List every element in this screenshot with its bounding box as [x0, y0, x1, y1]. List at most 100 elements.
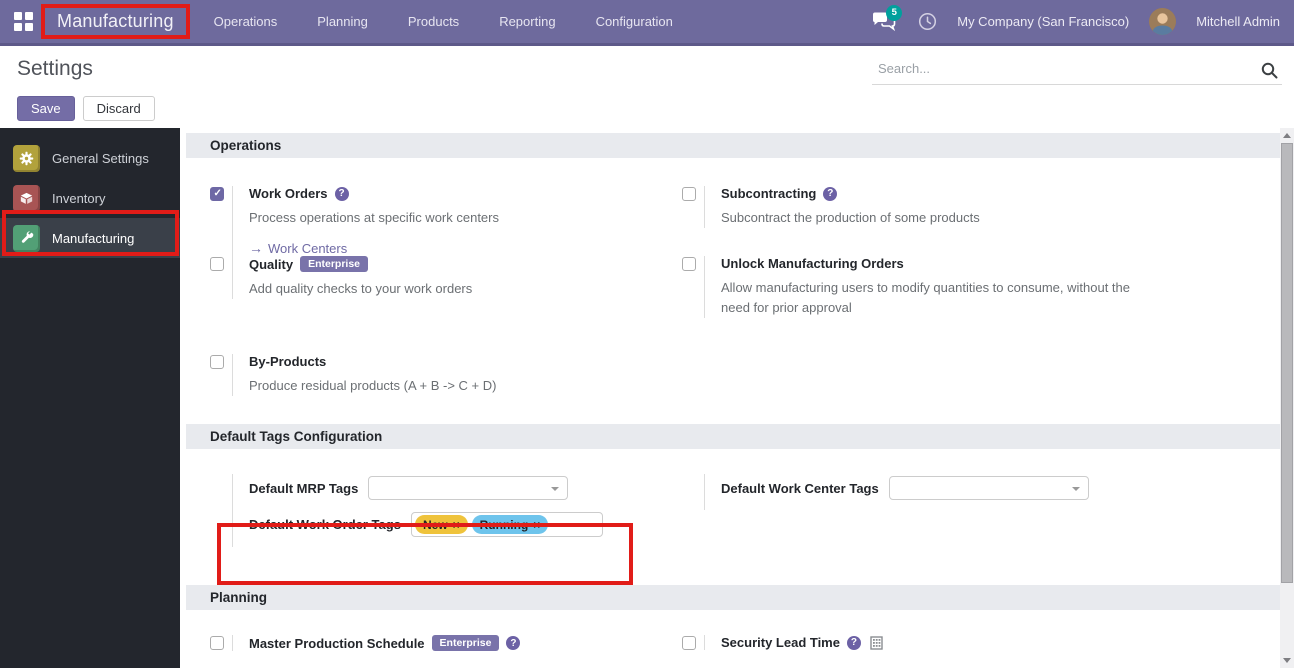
help-icon [846, 635, 861, 650]
control-panel-buttons: Save Discard [17, 96, 155, 121]
sidebar-item-label: Inventory [52, 190, 106, 206]
by-products-checkbox[interactable] [210, 355, 224, 370]
work-orders-checkbox[interactable] [210, 187, 224, 201]
gear-icon [13, 144, 40, 172]
help-icon [334, 186, 349, 201]
remove-tag-icon[interactable] [453, 518, 460, 532]
vertical-scrollbar[interactable] [1280, 128, 1294, 668]
save-button[interactable]: Save [17, 96, 75, 121]
setting-label[interactable]: Unlock Manufacturing Orders [721, 256, 904, 271]
chevron-down-icon[interactable] [1071, 487, 1080, 492]
nav-menu-reporting[interactable]: Reporting [499, 14, 555, 29]
nav-menu-configuration[interactable]: Configuration [596, 14, 673, 29]
tag-new[interactable]: New [414, 515, 468, 535]
company-switcher[interactable]: My Company (San Francisco) [957, 14, 1129, 29]
setting-quality: Quality Enterprise Add quality checks to… [210, 256, 682, 300]
top-navbar: Manufacturing Operations Planning Produc… [0, 0, 1294, 46]
sidebar-item-label: Manufacturing [52, 230, 135, 246]
settings-row: Work Orders Process operations at specif… [180, 158, 1280, 257]
discard-button[interactable]: Discard [82, 96, 155, 121]
nav-menu-operations[interactable]: Operations [214, 14, 278, 29]
search-input[interactable] [872, 55, 1282, 85]
field-label: Default MRP Tags [249, 480, 359, 496]
wrench-icon [13, 224, 40, 252]
setting-description: Add quality checks to your work orders [249, 281, 473, 297]
setting-label[interactable]: Master Production Schedule [249, 636, 425, 651]
settings-row: Master Production Schedule Enterprise Se… [180, 610, 1280, 652]
setting-description: Process operations at specific work cent… [249, 210, 499, 225]
box-icon [13, 184, 40, 212]
chevron-down-icon[interactable] [585, 523, 594, 528]
remove-tag-icon[interactable] [533, 518, 540, 532]
app-title-annotation-box: Manufacturing [41, 4, 190, 39]
default-work-order-tags-input[interactable]: New Running [410, 512, 603, 538]
sidebar-item-manufacturing[interactable]: Manufacturing [0, 218, 180, 258]
arrow-right-icon [249, 240, 263, 256]
setting-description: Subcontract the production of some produ… [721, 210, 980, 225]
setting-label[interactable]: Work Orders [249, 186, 328, 201]
setting-label[interactable]: Quality [249, 257, 293, 272]
setting-subcontracting: Subcontracting Subcontract the productio… [682, 186, 1280, 229]
settings-sidebar: General Settings Inventory Manufacturing [0, 128, 180, 668]
setting-description: Produce residual products (A + B -> C + … [249, 378, 497, 394]
settings-row: By-Products Produce residual products (A… [180, 354, 1280, 418]
search-box [872, 55, 1282, 85]
settings-row: Default MRP Tags Default Work Center Tag… [180, 449, 1280, 511]
apps-menu-icon[interactable] [14, 12, 33, 31]
setting-description: Allow manufacturing users to modify quan… [721, 280, 1130, 316]
sidebar-item-inventory[interactable]: Inventory [0, 178, 180, 218]
activities-clock-icon[interactable] [918, 12, 937, 31]
setting-unlock-manufacturing-orders: Unlock Manufacturing Orders Allow manufa… [682, 256, 1280, 319]
setting-work-orders: Work Orders Process operations at specif… [210, 186, 682, 257]
setting-default-mrp-tags: Default MRP Tags [210, 474, 682, 511]
setting-by-products: By-Products Produce residual products (A… [210, 354, 682, 397]
help-icon [823, 186, 838, 201]
default-work-center-tags-input[interactable] [888, 476, 1089, 501]
settings-row: Default Work Order Tags New Running [180, 510, 1280, 548]
nav-menu-products[interactable]: Products [408, 14, 459, 29]
setting-label[interactable]: Subcontracting [721, 186, 816, 201]
search-icon[interactable] [1261, 62, 1278, 79]
field-label: Default Work Center Tags [721, 480, 879, 496]
control-panel: Settings Save Discard [0, 46, 1294, 128]
enterprise-badge: Enterprise [300, 256, 369, 273]
help-icon [506, 636, 521, 651]
sidebar-item-general-settings[interactable]: General Settings [0, 138, 180, 178]
quality-checkbox[interactable] [210, 257, 224, 272]
company-building-icon [870, 635, 883, 650]
app-name[interactable]: Manufacturing [57, 11, 174, 31]
navbar-right: 5 My Company (San Francisco) Mitchell Ad… [872, 4, 1280, 35]
scroll-down-arrow[interactable] [1280, 653, 1294, 668]
work-centers-link[interactable]: Work Centers [249, 240, 682, 256]
enterprise-badge: Enterprise [431, 635, 500, 652]
nav-menus: Operations Planning Products Reporting C… [214, 14, 673, 29]
chevron-down-icon[interactable] [551, 487, 560, 492]
scrollbar-thumb[interactable] [1281, 143, 1293, 583]
setting-label[interactable]: By-Products [249, 354, 326, 369]
settings-row: Quality Enterprise Add quality checks to… [180, 256, 1280, 354]
default-mrp-tags-input[interactable] [368, 476, 569, 501]
mps-checkbox[interactable] [210, 636, 224, 651]
section-header-planning: Planning [186, 585, 1280, 611]
settings-content: Operations Work Orders Process operation… [180, 128, 1280, 668]
avatar-image [1149, 8, 1177, 35]
unlock-mo-checkbox[interactable] [682, 257, 696, 272]
setting-default-work-order-tags: Default Work Order Tags New Running [210, 510, 682, 548]
section-header-operations: Operations [186, 133, 1280, 158]
page-title: Settings [17, 57, 93, 80]
scroll-up-arrow[interactable] [1280, 128, 1294, 143]
field-label: Default Work Order Tags [249, 517, 401, 533]
user-avatar[interactable] [1149, 8, 1177, 35]
setting-default-work-center-tags: Default Work Center Tags [682, 474, 1280, 511]
messages-count-badge: 5 [886, 4, 903, 21]
subcontracting-checkbox[interactable] [682, 187, 696, 201]
setting-security-lead-time: Security Lead Time [682, 635, 1280, 651]
sidebar-item-label: General Settings [52, 150, 149, 166]
section-header-default-tags: Default Tags Configuration [186, 424, 1280, 450]
security-lead-time-checkbox[interactable] [682, 636, 696, 651]
user-menu[interactable]: Mitchell Admin [1196, 14, 1280, 29]
tag-running[interactable]: Running [471, 515, 549, 535]
nav-menu-planning[interactable]: Planning [317, 14, 368, 29]
setting-label[interactable]: Security Lead Time [721, 635, 840, 650]
messages-button[interactable]: 5 [872, 4, 903, 33]
